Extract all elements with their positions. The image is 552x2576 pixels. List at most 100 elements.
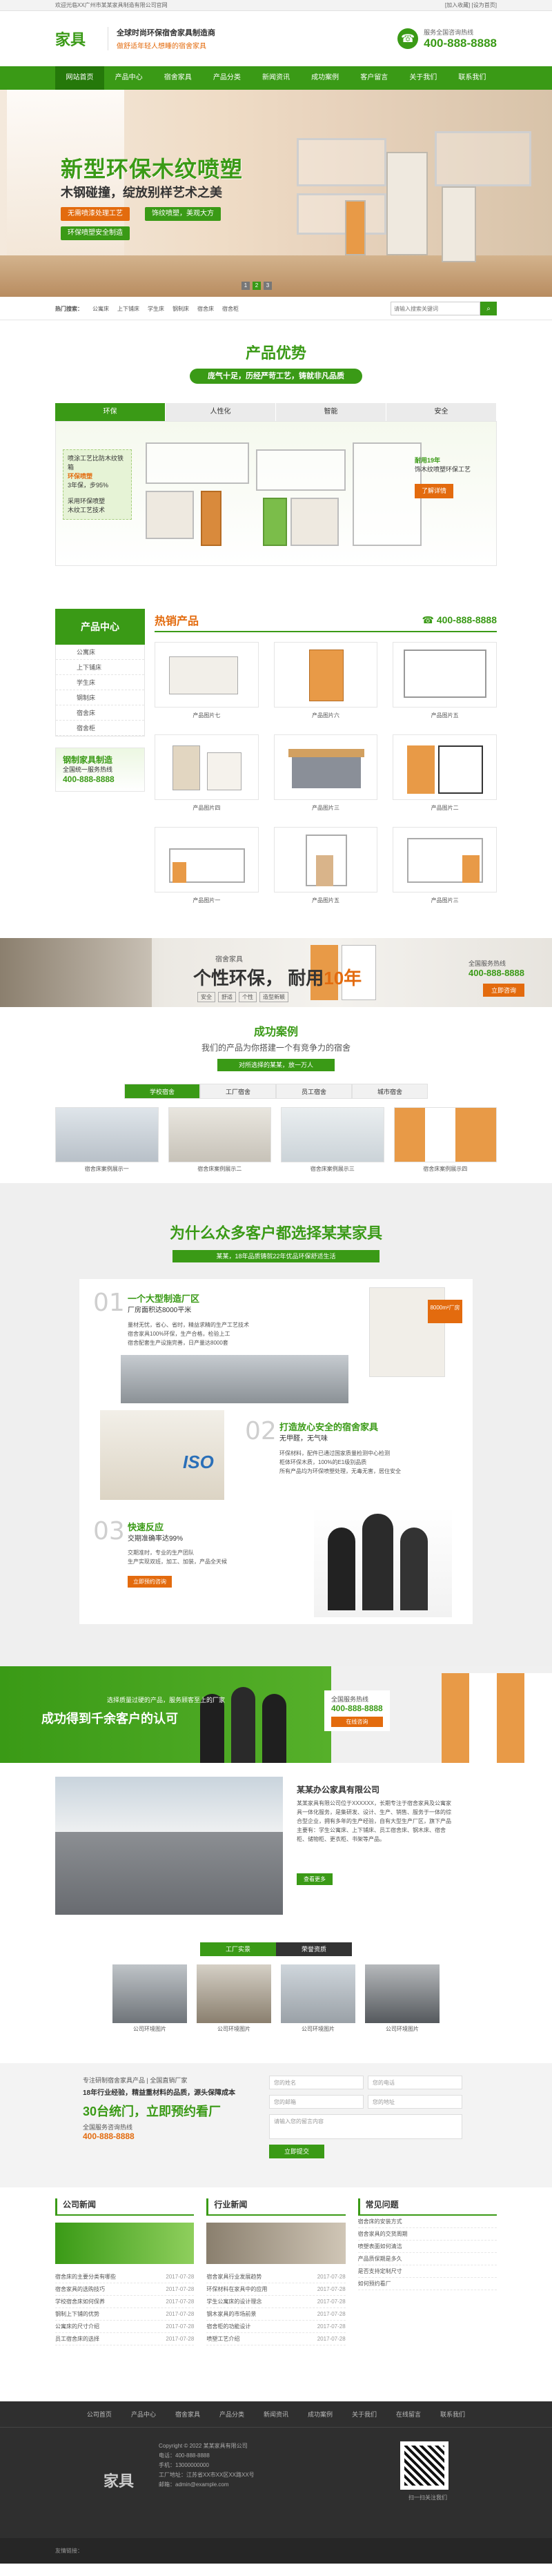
tab-school[interactable]: 学校宿舍 [124, 1084, 200, 1099]
faq-item[interactable]: 是否支持定制尺寸 [357, 2265, 497, 2278]
tab-staff[interactable]: 员工宿舍 [276, 1084, 352, 1099]
search-button[interactable]: ⌕ [480, 302, 497, 315]
footer-link[interactable]: 联系我们 [440, 2401, 465, 2427]
hot-keyword[interactable]: 宿舍柜 [222, 305, 239, 313]
news-item[interactable]: 宿舍家具的选购技巧 2017-07-28 [55, 2283, 195, 2296]
news-item-title: 钢木家具的市场前景 [206, 2311, 257, 2317]
bookmark-links[interactable]: [加入收藏] [设为首页] [445, 0, 497, 11]
product-card[interactable]: 产品图片三 [273, 734, 378, 817]
faq-item[interactable]: 如何预约看厂 [357, 2278, 497, 2290]
nav-item-dorm-furniture[interactable]: 宿舍家具 [153, 66, 202, 90]
news-item[interactable]: 钢制上下铺的优势 2017-07-28 [55, 2308, 195, 2321]
tab-smart[interactable]: 智能 [276, 403, 386, 421]
carousel-dot[interactable]: 1 [241, 282, 250, 290]
product-card[interactable]: 产品图片四 [155, 734, 259, 817]
phone-field[interactable]: 您的电话 [368, 2076, 462, 2089]
site-logo[interactable]: 家具 [55, 27, 97, 50]
product-card[interactable]: 产品图片二 [393, 734, 497, 817]
footer-link[interactable]: 成功案例 [308, 2401, 333, 2427]
case-card[interactable]: 宿舍床案例展示四 [393, 1107, 497, 1173]
footer-link[interactable]: 关于我们 [352, 2401, 377, 2427]
factory-card[interactable]: 公司环境图片 [197, 1964, 271, 2033]
nav-item-home[interactable]: 网站首页 [55, 66, 105, 90]
nav-item-message[interactable]: 客户留言 [350, 66, 399, 90]
news-item[interactable]: 环保材料在家具中的应用 2017-07-28 [206, 2283, 346, 2296]
submit-button[interactable]: 立即提交 [269, 2145, 324, 2158]
product-grid: 产品图片七 产品图片六 产品图片五 产品图片四 产品图片三 产品图片二 产品图片… [155, 642, 497, 910]
case-card[interactable]: 宿舍床案例展示二 [168, 1107, 271, 1173]
book-consult-button[interactable]: 立即预约咨询 [128, 1576, 172, 1588]
footer-link[interactable]: 产品分类 [219, 2401, 244, 2427]
faq-item[interactable]: 产品质保期是多久 [357, 2253, 497, 2265]
tab-city[interactable]: 城市宿舍 [352, 1084, 428, 1099]
sidebar-item[interactable]: 宿舍柜 [56, 721, 144, 736]
faq-item[interactable]: 宿舍家具的交货周期 [357, 2228, 497, 2241]
footer-link[interactable]: 公司首页 [87, 2401, 112, 2427]
sidebar-item[interactable]: 宿舍床 [56, 705, 144, 721]
carousel-dot[interactable]: 2 [253, 282, 261, 290]
news-item[interactable]: 公寓床的尺寸介绍 2017-07-28 [55, 2321, 195, 2333]
nav-item-news[interactable]: 新闻资讯 [251, 66, 300, 90]
nav-item-about[interactable]: 关于我们 [399, 66, 448, 90]
tab-humanized[interactable]: 人性化 [166, 403, 276, 421]
product-card[interactable]: 产品图片五 [393, 642, 497, 725]
footer-link[interactable]: 产品中心 [131, 2401, 156, 2427]
news-item[interactable]: 宿舍柜的功能设计 2017-07-28 [206, 2321, 346, 2333]
footer-link[interactable]: 在线留言 [396, 2401, 421, 2427]
factory-card[interactable]: 公司环境图片 [281, 1964, 355, 2033]
hot-keyword[interactable]: 钢制床 [172, 305, 189, 313]
faq-item[interactable]: 喷塑表面如何清洁 [357, 2241, 497, 2253]
hot-keyword[interactable]: 公寓床 [92, 305, 109, 313]
news-item[interactable]: 学生公寓床的设计理念 2017-07-28 [206, 2296, 346, 2308]
nav-item-categories[interactable]: 产品分类 [202, 66, 251, 90]
nav-item-products[interactable]: 产品中心 [104, 66, 153, 90]
nav-item-cases[interactable]: 成功案例 [301, 66, 350, 90]
address-field[interactable]: 您的地址 [368, 2095, 462, 2109]
factory-card[interactable]: 公司环境图片 [112, 1964, 187, 2033]
footer-link[interactable]: 新闻资讯 [264, 2401, 288, 2427]
tab-safety[interactable]: 安全 [386, 403, 497, 421]
product-card[interactable]: 产品图片三 [393, 827, 497, 910]
case-card[interactable]: 宿舍床案例展示三 [281, 1107, 384, 1173]
promo-consult-button[interactable]: 立即咨询 [482, 984, 524, 997]
tab-factory-scene[interactable]: 工厂实景 [200, 1942, 276, 1956]
news-item[interactable]: 喷塑工艺介绍 2017-07-28 [206, 2333, 346, 2345]
case-card[interactable]: 宿舍床案例展示一 [55, 1107, 159, 1173]
product-card[interactable]: 产品图片一 [155, 827, 259, 910]
news-item[interactable]: 员工宿舍床的选择 2017-07-28 [55, 2333, 195, 2345]
learn-more-button[interactable]: 了解详情 [415, 484, 454, 498]
hot-keyword[interactable]: 宿舍床 [197, 305, 214, 313]
name-field[interactable]: 您的姓名 [269, 2076, 364, 2089]
factory-card[interactable]: 公司环境图片 [365, 1964, 440, 2033]
carousel-dot[interactable]: 3 [264, 282, 272, 290]
sidebar-item[interactable]: 公寓床 [56, 645, 144, 660]
hot-keyword[interactable]: 上下铺床 [117, 305, 139, 313]
footer-body: 家具 Copyright © 2022 某某家具有限公司 电话：400-888-… [0, 2428, 552, 2538]
advantages-section: 产品优势 庞气十足，历经严苛工艺，铸就非凡品质 环保 人性化 智能 安全 喷涂工… [0, 320, 552, 589]
promo-banner[interactable]: 宿舍家具 个性环保， 耐用10年 安全 舒适 个性 造型新颖 全国服务热线 400… [0, 938, 552, 1007]
news-item[interactable]: 钢木家具的市场前景 2017-07-28 [206, 2308, 346, 2321]
tab-factory[interactable]: 工厂宿舍 [200, 1084, 276, 1099]
nav-item-contact[interactable]: 联系我们 [448, 66, 497, 90]
hero-banner[interactable]: 新型环保木纹喷塑 木钢碰撞，绽放别样艺术之美 无需喷漆处理工艺 饰纹喷塑，美观大… [0, 90, 552, 297]
search-input[interactable] [391, 302, 480, 315]
tab-eco[interactable]: 环保 [55, 403, 166, 421]
sidebar-item[interactable]: 学生床 [56, 675, 144, 690]
hot-keyword[interactable]: 学生床 [148, 305, 164, 313]
news-item[interactable]: 宿舍床的主要分类有哪些 2017-07-28 [55, 2271, 195, 2283]
message-textarea[interactable]: 请输入您的留言内容 [269, 2114, 462, 2139]
view-more-button[interactable]: 查看更多 [297, 1873, 333, 1885]
footer-link[interactable]: 宿舍家具 [175, 2401, 200, 2427]
faq-item[interactable]: 宿舍床的安装方式 [357, 2216, 497, 2228]
news-item[interactable]: 宿舍家具行业发展趋势 2017-07-28 [206, 2271, 346, 2283]
product-card[interactable]: 产品图片五 [273, 827, 378, 910]
product-card[interactable]: 产品图片七 [155, 642, 259, 725]
email-field[interactable]: 您的邮箱 [269, 2095, 364, 2109]
news-item-date: 2017-07-28 [317, 2274, 346, 2280]
online-consult-button[interactable]: 在线咨询 [331, 1717, 383, 1727]
news-item[interactable]: 学校宿舍床如何保养 2017-07-28 [55, 2296, 195, 2308]
sidebar-item[interactable]: 钢制床 [56, 690, 144, 705]
sidebar-item[interactable]: 上下铺床 [56, 660, 144, 675]
product-card[interactable]: 产品图片六 [273, 642, 378, 725]
tab-honors[interactable]: 荣誉资质 [276, 1942, 352, 1956]
